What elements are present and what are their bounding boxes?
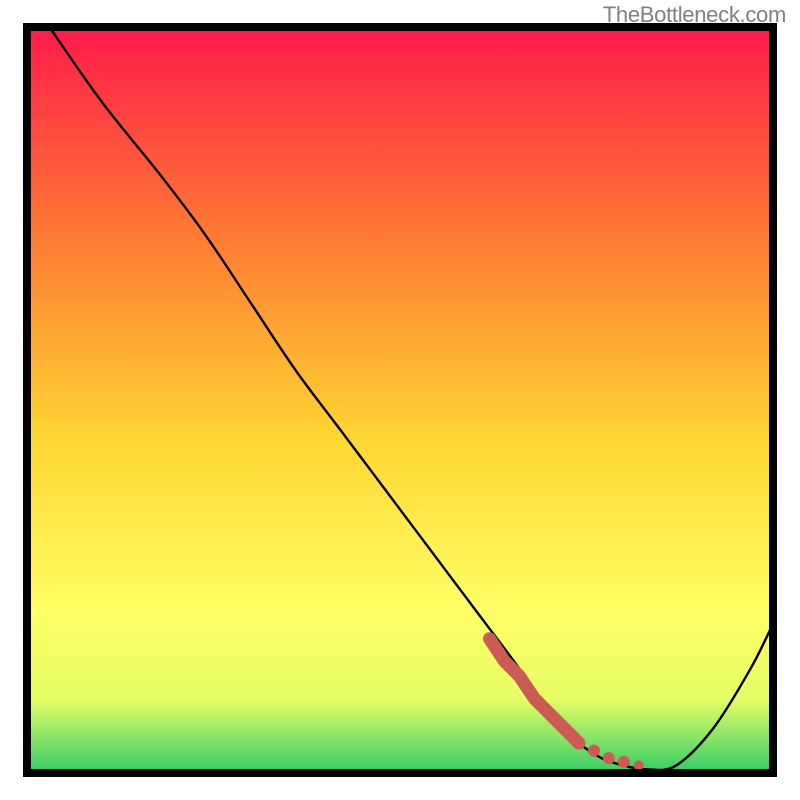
bottleneck-chart xyxy=(0,0,800,800)
chart-container: TheBottleneck.com xyxy=(0,0,800,800)
plot-background xyxy=(27,27,773,773)
highlight-dot xyxy=(588,745,600,757)
highlight-dot xyxy=(618,756,630,768)
highlight-dot xyxy=(603,752,615,764)
